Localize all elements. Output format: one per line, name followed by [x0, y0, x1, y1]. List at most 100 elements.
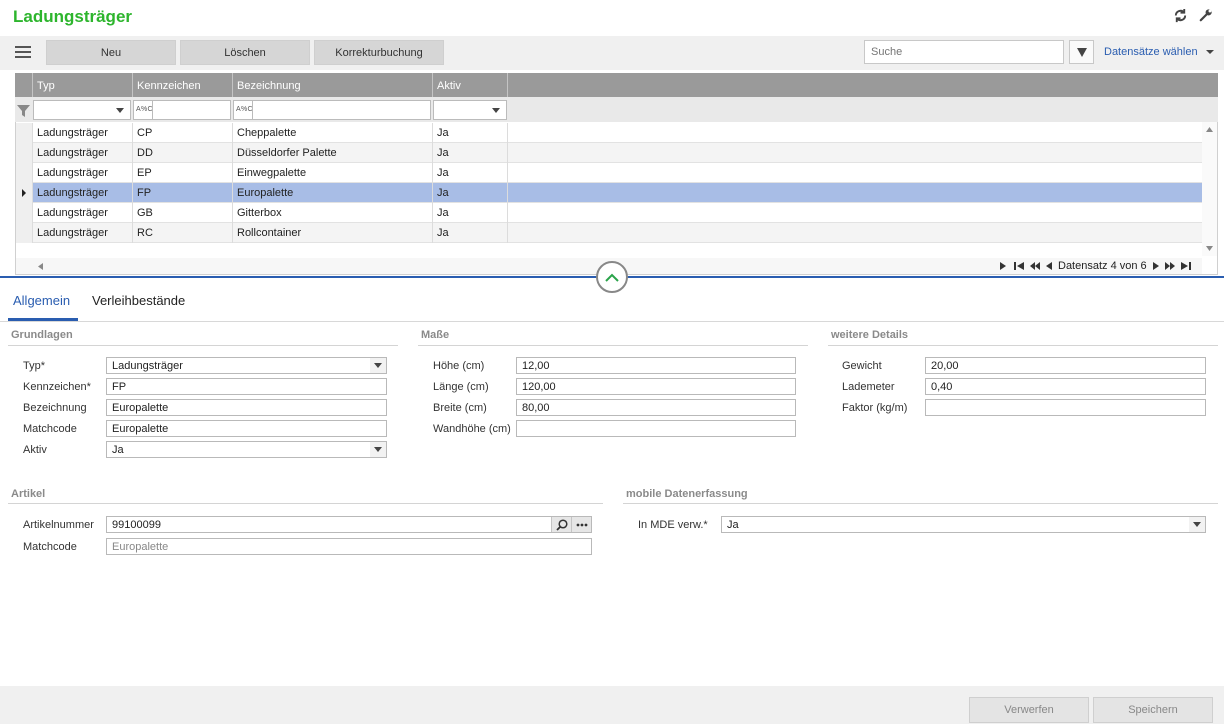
cell-kennzeichen: CP	[132, 123, 232, 143]
row-header[interactable]	[16, 203, 32, 223]
more-options-icon[interactable]	[571, 517, 591, 532]
wandhoehe-label: Wandhöhe (cm)	[433, 423, 511, 435]
matchcode-label: Matchcode	[23, 423, 77, 435]
artikelnummer-field[interactable]: 99100099	[106, 516, 592, 533]
cell-bezeichnung: Einwegpalette	[232, 163, 432, 183]
aktiv-label: Aktiv	[23, 444, 47, 456]
table-row[interactable]: Ladungsträger FP Europalette Ja	[16, 183, 1202, 203]
table-row[interactable]: Ladungsträger RC Rollcontainer Ja	[16, 223, 1202, 243]
col-header-aktiv[interactable]: Aktiv	[432, 73, 508, 97]
refresh-icon[interactable]	[1171, 6, 1189, 24]
wandhoehe-field[interactable]	[516, 420, 796, 437]
search-input[interactable]	[864, 40, 1064, 64]
last-record-icon[interactable]	[1180, 262, 1191, 270]
search-icon[interactable]	[551, 517, 571, 532]
section-title-grundlagen: Grundlagen	[11, 329, 73, 341]
tab-separator	[0, 321, 1224, 322]
kennzeichen-label: Kennzeichen*	[23, 381, 91, 393]
discard-button[interactable]: Verwerfen	[969, 697, 1089, 723]
laenge-label: Länge (cm)	[433, 381, 489, 393]
table-row[interactable]: Ladungsträger CP Cheppalette Ja	[16, 123, 1202, 143]
table-row[interactable]: Ladungsträger GB Gitterbox Ja	[16, 203, 1202, 223]
next-page-icon[interactable]	[1164, 262, 1175, 270]
cell-bezeichnung: Cheppalette	[232, 123, 432, 143]
next-record-icon[interactable]	[1152, 262, 1159, 270]
scroll-right-icon[interactable]	[1000, 262, 1006, 270]
cell-bezeichnung: Europalette	[232, 183, 432, 203]
section-title-mde: mobile Datenerfassung	[626, 488, 748, 500]
table-row[interactable]: Ladungsträger EP Einwegpalette Ja	[16, 163, 1202, 183]
tab-allgemein[interactable]: Allgemein	[13, 293, 70, 308]
artikelnummer-label: Artikelnummer	[23, 519, 94, 531]
breite-field[interactable]: 80,00	[516, 399, 796, 416]
typ-select[interactable]: Ladungsträger	[106, 357, 387, 374]
cell-kennzeichen: DD	[132, 143, 232, 163]
filter-operator-hint: A%C	[136, 106, 153, 113]
page-title: Ladungsträger	[13, 7, 133, 26]
cell-aktiv: Ja	[432, 163, 508, 183]
faktor-label: Faktor (kg/m)	[842, 402, 908, 414]
dropdown-arrow-icon	[1189, 517, 1205, 532]
cell-kennzeichen: EP	[132, 163, 232, 183]
mde-verw-select[interactable]: Ja	[721, 516, 1206, 533]
select-records-link[interactable]: Datensätze wählen	[1104, 46, 1198, 58]
first-record-icon[interactable]	[1014, 262, 1024, 270]
bezeichnung-label: Bezeichnung	[23, 402, 87, 414]
col-header-bezeichnung[interactable]: Bezeichnung	[232, 73, 432, 97]
cell-aktiv: Ja	[432, 203, 508, 223]
row-header[interactable]	[16, 123, 32, 143]
section-divider	[828, 345, 1218, 346]
caret-down-icon[interactable]	[1206, 46, 1214, 58]
lademeter-field[interactable]: 0,40	[925, 378, 1206, 395]
filter-dropdown-button[interactable]	[1069, 40, 1094, 64]
typ-label: Typ*	[23, 360, 46, 372]
filter-bezeichnung-input[interactable]: A%C	[233, 100, 431, 120]
section-divider	[623, 503, 1218, 504]
chevron-up-icon	[605, 273, 619, 282]
cell-aktiv: Ja	[432, 183, 508, 203]
triangle-down-icon	[1076, 47, 1087, 57]
save-button[interactable]: Speichern	[1093, 697, 1213, 723]
gewicht-label: Gewicht	[842, 360, 882, 372]
tab-verleihbestaende[interactable]: Verleihbestände	[92, 293, 185, 308]
cell-kennzeichen: RC	[132, 223, 232, 243]
row-header[interactable]	[16, 183, 32, 203]
funnel-icon	[16, 100, 31, 120]
hoehe-field[interactable]: 12,00	[516, 357, 796, 374]
pager: Datensatz 4 von 6	[1000, 258, 1191, 274]
correction-booking-button[interactable]: Korrekturbuchung	[314, 40, 444, 65]
aktiv-select[interactable]: Ja	[106, 441, 387, 458]
kennzeichen-field[interactable]: FP	[106, 378, 387, 395]
filter-typ-combo[interactable]	[33, 100, 131, 120]
cell-typ: Ladungsträger	[32, 163, 132, 183]
col-header-kennzeichen[interactable]: Kennzeichen	[132, 73, 232, 97]
filter-aktiv-combo[interactable]	[433, 100, 507, 120]
section-title-masse: Maße	[421, 329, 450, 341]
filter-kennzeichen-input[interactable]: A%C	[133, 100, 231, 120]
collapse-grid-button[interactable]	[596, 261, 628, 293]
table-row[interactable]: Ladungsträger DD Düsseldorfer Palette Ja	[16, 143, 1202, 163]
row-header[interactable]	[16, 143, 32, 163]
section-title-artikel: Artikel	[11, 488, 46, 500]
col-header-typ[interactable]: Typ	[32, 73, 132, 97]
hamburger-menu-icon[interactable]	[15, 42, 35, 62]
bezeichnung-field[interactable]: Europalette	[106, 399, 387, 416]
vertical-scrollbar[interactable]	[1202, 122, 1217, 256]
wrench-icon[interactable]	[1197, 6, 1215, 24]
gewicht-field[interactable]: 20,00	[925, 357, 1206, 374]
delete-button[interactable]: Löschen	[180, 40, 310, 65]
previous-record-icon[interactable]	[1046, 262, 1052, 270]
matchcode-field[interactable]: Europalette	[106, 420, 387, 437]
row-header[interactable]	[16, 163, 32, 183]
record-position-text: Datensatz 4 von 6	[1058, 260, 1147, 272]
laenge-field[interactable]: 120,00	[516, 378, 796, 395]
cell-bezeichnung: Rollcontainer	[232, 223, 432, 243]
new-button[interactable]: Neu	[46, 40, 176, 65]
faktor-field[interactable]	[925, 399, 1206, 416]
current-row-icon	[22, 189, 26, 197]
dropdown-arrow-icon	[370, 358, 386, 373]
scroll-left-icon	[38, 263, 43, 270]
row-header[interactable]	[16, 223, 32, 243]
previous-page-icon[interactable]	[1030, 262, 1040, 270]
section-divider	[8, 503, 603, 504]
